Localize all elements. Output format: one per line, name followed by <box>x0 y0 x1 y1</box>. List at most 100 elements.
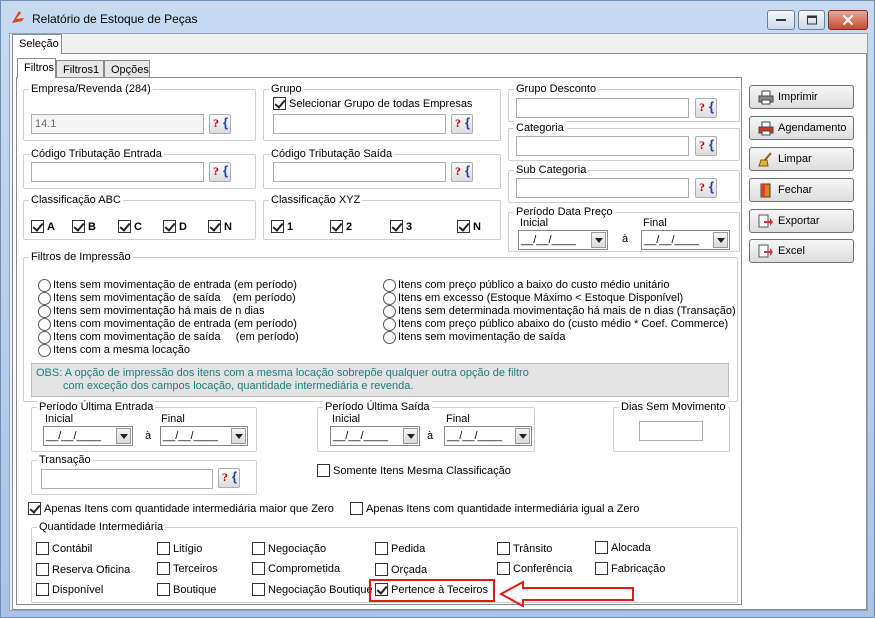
sub-categoria-input[interactable] <box>516 178 689 198</box>
radio-filtro-right-3[interactable]: Itens com preço público abaixo do (custo… <box>383 318 728 331</box>
checkbox-box[interactable] <box>497 542 510 555</box>
chevron-down-icon[interactable] <box>231 428 246 444</box>
qtd-reserva-oficina-checkbox[interactable]: Reserva Oficina <box>36 563 130 576</box>
radio-circle[interactable] <box>38 331 51 344</box>
limpar-button[interactable]: Limpar <box>749 147 854 171</box>
checkbox-box[interactable] <box>317 464 330 477</box>
checkbox-box[interactable] <box>157 583 170 596</box>
checkbox-box[interactable] <box>457 220 470 233</box>
trib-saida-input[interactable] <box>273 162 446 182</box>
abc-c-checkbox[interactable]: C <box>118 220 142 233</box>
qtd-boutique-checkbox[interactable]: Boutique <box>157 583 216 596</box>
xyz-1-checkbox[interactable]: 1 <box>271 220 293 233</box>
radio-filtro-right-4[interactable]: Itens sem movimentação de saída <box>383 331 566 344</box>
checkbox-box[interactable] <box>350 502 363 515</box>
radio-filtro-left-5[interactable]: Itens com a mesma locação <box>38 344 190 357</box>
radio-filtro-left-1[interactable]: Itens sem movimentação de saída (em perí… <box>38 292 296 305</box>
chevron-down-icon[interactable] <box>591 232 606 248</box>
checkbox-box[interactable] <box>252 583 265 596</box>
checkbox-box[interactable] <box>72 220 85 233</box>
radio-filtro-left-3[interactable]: Itens com movimentação de entrada (em pe… <box>38 318 297 331</box>
qtd-transito-checkbox[interactable]: Trânsito <box>497 542 552 555</box>
checkbox-box[interactable] <box>595 541 608 554</box>
radio-circle[interactable] <box>38 344 51 357</box>
periodo-preco-final-date[interactable]: __/__/____ <box>641 230 730 250</box>
radio-filtro-left-4[interactable]: Itens com movimentação de saída (em perí… <box>38 331 299 344</box>
radio-filtro-left-2[interactable]: Itens sem movimentação há mais de n dias <box>38 305 265 318</box>
qtd-negociacao-boutique-checkbox[interactable]: Negociação Boutique <box>252 583 373 596</box>
radio-circle[interactable] <box>383 279 396 292</box>
trib-entrada-input[interactable] <box>31 162 204 182</box>
mesma-classificacao-checkbox[interactable]: Somente Itens Mesma Classificação <box>317 464 511 477</box>
minimize-button[interactable] <box>767 10 795 30</box>
maximize-button[interactable] <box>798 10 825 30</box>
radio-circle[interactable] <box>38 318 51 331</box>
trib-saida-lookup-button[interactable]: ?{ <box>451 162 473 182</box>
checkbox-box[interactable] <box>390 220 403 233</box>
imprimir-button[interactable]: Imprimir <box>749 85 854 109</box>
checkbox-box[interactable] <box>271 220 284 233</box>
qtd-fabricacao-checkbox[interactable]: Fabricação <box>595 562 665 575</box>
transacao-lookup-button[interactable]: ?{ <box>218 468 240 488</box>
abc-a-checkbox[interactable]: A <box>31 220 55 233</box>
checkbox-box[interactable] <box>595 562 608 575</box>
radio-filtro-right-2[interactable]: Itens sem determinada movimentação há ma… <box>383 305 736 318</box>
empresa-input[interactable]: 14.1 <box>31 114 204 134</box>
periodo-preco-inicial-date[interactable]: __/__/____ <box>518 230 608 250</box>
chevron-down-icon[interactable] <box>713 232 728 248</box>
radio-circle[interactable] <box>383 318 396 331</box>
qtd-orcada-checkbox[interactable]: Orçada <box>375 563 427 576</box>
qtd-comprometida-checkbox[interactable]: Comprometida <box>252 562 340 575</box>
chevron-down-icon[interactable] <box>403 428 418 444</box>
qtd-conferencia-checkbox[interactable]: Conferência <box>497 562 572 575</box>
radio-circle[interactable] <box>38 279 51 292</box>
categoria-input[interactable] <box>516 136 689 156</box>
fechar-button[interactable]: Fechar <box>749 178 854 202</box>
abc-b-checkbox[interactable]: B <box>72 220 96 233</box>
tab-filtros[interactable]: Filtros <box>17 58 56 78</box>
checkbox-box[interactable] <box>36 542 49 555</box>
checkbox-box[interactable] <box>157 562 170 575</box>
radio-circle[interactable] <box>38 305 51 318</box>
chevron-down-icon[interactable] <box>116 428 131 444</box>
agendamento-button[interactable]: Agendamento <box>749 116 854 140</box>
checkbox-box[interactable] <box>252 542 265 555</box>
ultima-saida-inicial-date[interactable]: __/__/____ <box>330 426 420 446</box>
sub-categoria-lookup-button[interactable]: ?{ <box>695 178 717 198</box>
checkbox-box[interactable] <box>208 220 221 233</box>
qtd-terceiros-checkbox[interactable]: Terceiros <box>157 562 218 575</box>
abc-d-checkbox[interactable]: D <box>163 220 187 233</box>
checkbox-box[interactable] <box>36 563 49 576</box>
checkbox-box[interactable] <box>163 220 176 233</box>
xyz-3-checkbox[interactable]: 3 <box>390 220 412 233</box>
radio-filtro-right-1[interactable]: Itens em excesso (Estoque Máximo < Estoq… <box>383 292 683 305</box>
trib-entrada-lookup-button[interactable]: ?{ <box>209 162 231 182</box>
checkbox-box[interactable] <box>497 562 510 575</box>
checkbox-box[interactable] <box>157 542 170 555</box>
empresa-lookup-button[interactable]: ?{ <box>209 114 231 134</box>
exportar-button[interactable]: Exportar <box>749 209 854 233</box>
radio-circle[interactable] <box>383 305 396 318</box>
grupo-lookup-button[interactable]: ?{ <box>451 114 473 134</box>
grupo-all-checkbox[interactable]: Selecionar Grupo de todas Empresas <box>273 97 472 110</box>
qtd-maior-zero-checkbox[interactable]: Apenas Itens com quantidade intermediári… <box>28 502 334 515</box>
categoria-lookup-button[interactable]: ?{ <box>695 136 717 156</box>
grupo-desconto-input[interactable] <box>516 98 689 118</box>
checkbox-box[interactable] <box>375 563 388 576</box>
checkbox-box[interactable] <box>28 502 41 515</box>
checkbox-box[interactable] <box>31 220 44 233</box>
checkbox-box[interactable] <box>330 220 343 233</box>
chevron-down-icon[interactable] <box>515 428 530 444</box>
ultima-entrada-inicial-date[interactable]: __/__/____ <box>43 426 133 446</box>
xyz-n-checkbox[interactable]: N <box>457 220 481 233</box>
checkbox-box[interactable] <box>252 562 265 575</box>
radio-circle[interactable] <box>38 292 51 305</box>
qtd-litigio-checkbox[interactable]: Litígio <box>157 542 202 555</box>
radio-circle[interactable] <box>383 292 396 305</box>
checkbox-box[interactable] <box>273 97 286 110</box>
dias-sem-mov-input[interactable] <box>639 421 703 441</box>
tab-selecao[interactable]: Seleção <box>12 34 62 54</box>
xyz-2-checkbox[interactable]: 2 <box>330 220 352 233</box>
abc-n-checkbox[interactable]: N <box>208 220 232 233</box>
checkbox-box[interactable] <box>118 220 131 233</box>
